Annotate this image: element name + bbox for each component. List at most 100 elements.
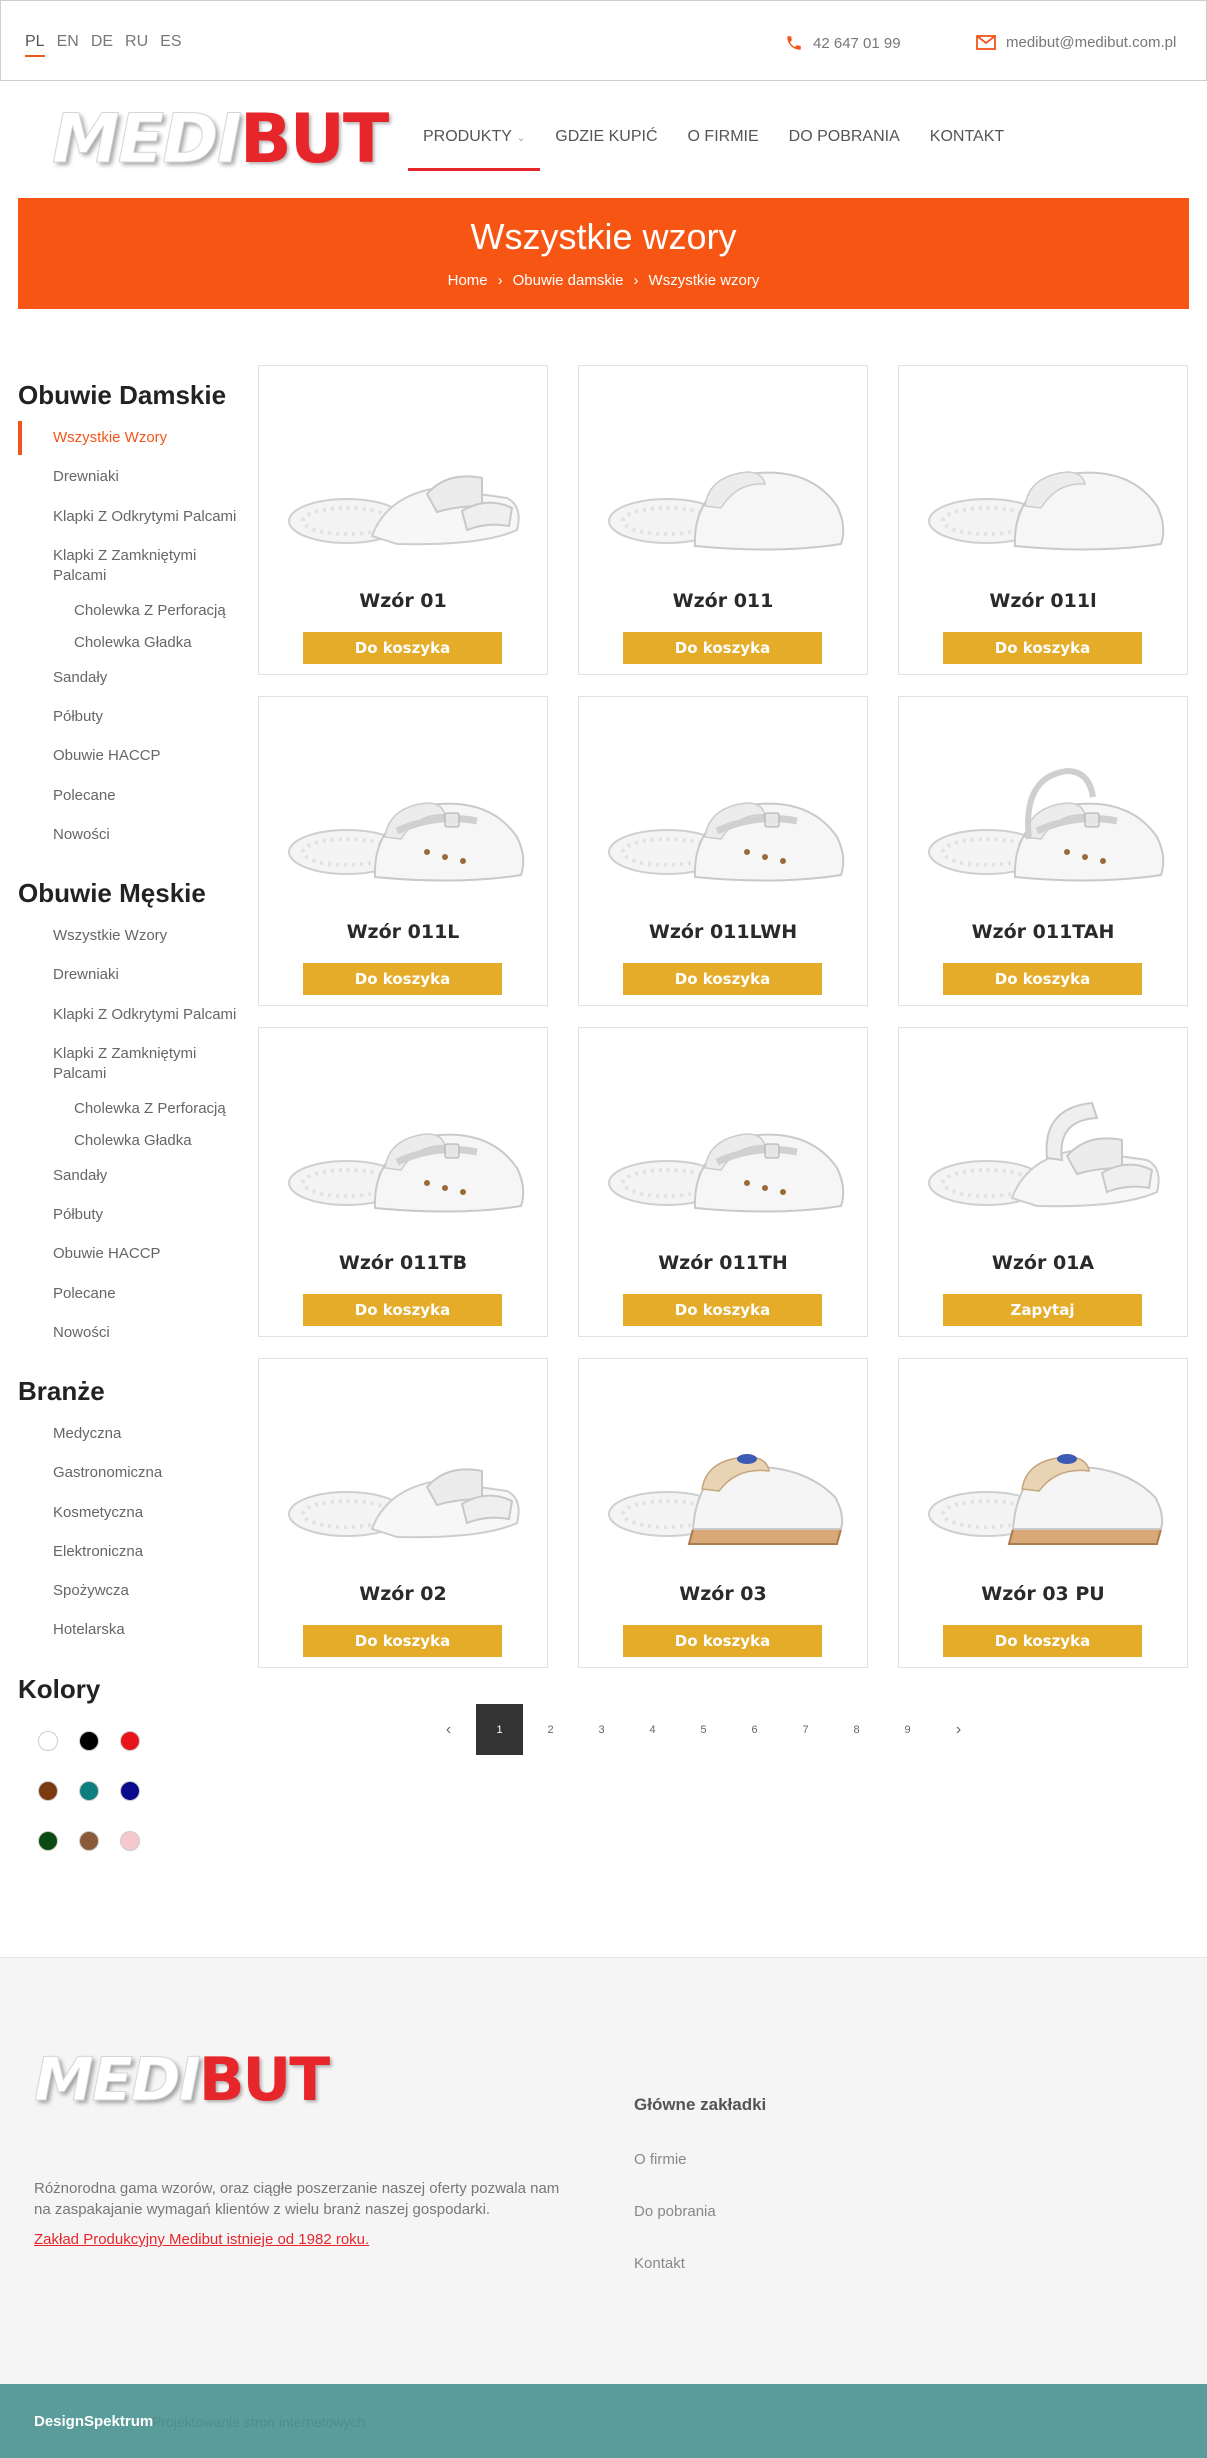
page-6[interactable]: 6 (729, 1704, 780, 1755)
product-card[interactable]: Wzór 01A Zapytaj (898, 1027, 1188, 1337)
sidebar-item-nowosci[interactable]: Nowości (18, 818, 238, 852)
sidebar-item-hotelarska[interactable]: Hotelarska (18, 1613, 238, 1647)
sidebar-item-spozywcza[interactable]: Spożywcza (18, 1574, 238, 1608)
sidebar-item-drewniaki[interactable]: Drewniaki (18, 460, 238, 494)
sidebar-item-wszystkie-wzory[interactable]: Wszystkie Wzory (18, 421, 238, 456)
lang-de[interactable]: DE (91, 33, 113, 57)
shoe-image[interactable] (597, 757, 851, 897)
nav-do-pobrania[interactable]: DO POBRANIA (774, 124, 915, 171)
page-8[interactable]: 8 (831, 1704, 882, 1755)
nav-produkty[interactable]: PRODUKTY ⌄ (408, 124, 541, 171)
sidebar-item-medyczna[interactable]: Medyczna (18, 1417, 238, 1451)
product-card[interactable]: Wzór 011TB Do koszyka (258, 1027, 548, 1337)
sidebar-item-sandaly[interactable]: Sandały (18, 1159, 238, 1193)
sidebar-item-wszystkie-wzory[interactable]: Wszystkie Wzory (18, 919, 238, 953)
phone-link[interactable]: 42 647 01 99 (785, 34, 901, 52)
color-swatch[interactable] (120, 1730, 140, 1751)
sidebar-subitem-gladka[interactable]: Cholewka Gładka (18, 1128, 238, 1154)
nav-gdzie-kupic[interactable]: GDZIE KUPIĆ (540, 124, 672, 171)
color-swatch[interactable] (38, 1780, 58, 1801)
email-link[interactable]: medibut@medibut.com.pl (976, 34, 1176, 51)
color-swatch[interactable] (79, 1830, 99, 1851)
designspektrum-link[interactable]: DesignSpektrum (34, 2413, 153, 2430)
sidebar-subitem-perforacja[interactable]: Cholewka Z Perforacją (18, 598, 238, 624)
sidebar-item-polbuty[interactable]: Półbuty (18, 1198, 238, 1232)
sidebar-item-sandaly[interactable]: Sandały (18, 661, 238, 695)
sidebar-item-klapki-odkryte[interactable]: Klapki Z Odkrytymi Palcami (18, 500, 238, 534)
page-5[interactable]: 5 (678, 1704, 729, 1755)
product-name[interactable]: Wzór 02 (259, 1583, 547, 1605)
breadcrumb-obuwie-damskie[interactable]: Obuwie damskie (513, 272, 624, 289)
product-name[interactable]: Wzór 011TB (259, 1252, 547, 1274)
color-swatch[interactable] (38, 1730, 58, 1751)
footer-history-link[interactable]: Zakład Produkcyjny Medibut istnieje od 1… (34, 2231, 369, 2248)
lang-es[interactable]: ES (160, 33, 181, 57)
add-to-cart-button[interactable]: Do koszyka (303, 1625, 502, 1657)
color-swatch[interactable] (120, 1780, 140, 1801)
page-3[interactable]: 3 (576, 1704, 627, 1755)
product-card[interactable]: Wzór 02 Do koszyka (258, 1358, 548, 1668)
footer-link-do-pobrania[interactable]: Do pobrania (634, 2203, 766, 2220)
product-card[interactable]: Wzór 011l Do koszyka (898, 365, 1188, 675)
page-7[interactable]: 7 (780, 1704, 831, 1755)
lang-en[interactable]: EN (57, 33, 79, 57)
color-swatch[interactable] (79, 1730, 99, 1751)
sidebar-item-polbuty[interactable]: Półbuty (18, 700, 238, 734)
shoe-image[interactable] (277, 757, 531, 897)
sidebar-subitem-perforacja[interactable]: Cholewka Z Perforacją (18, 1096, 238, 1122)
breadcrumb-home[interactable]: Home (448, 272, 488, 289)
product-name[interactable]: Wzór 01A (899, 1252, 1187, 1274)
shoe-image[interactable] (917, 426, 1171, 566)
sidebar-item-drewniaki[interactable]: Drewniaki (18, 958, 238, 992)
product-card[interactable]: Wzór 011L Do koszyka (258, 696, 548, 1006)
ask-button[interactable]: Zapytaj (943, 1294, 1142, 1326)
shoe-image[interactable] (597, 426, 851, 566)
add-to-cart-button[interactable]: Do koszyka (943, 632, 1142, 664)
shoe-image[interactable] (277, 426, 531, 566)
add-to-cart-button[interactable]: Do koszyka (303, 1294, 502, 1326)
add-to-cart-button[interactable]: Do koszyka (623, 1294, 822, 1326)
shoe-image[interactable] (597, 1419, 851, 1559)
product-name[interactable]: Wzór 011l (899, 590, 1187, 612)
sidebar-item-klapki-zamkniete[interactable]: Klapki Z Zamkniętymi Palcami (18, 539, 238, 594)
next-page-button[interactable]: › (933, 1704, 984, 1755)
prev-page-button[interactable]: ‹ (423, 1704, 474, 1755)
page-9[interactable]: 9 (882, 1704, 933, 1755)
product-card[interactable]: Wzór 011TAH Do koszyka (898, 696, 1188, 1006)
product-name[interactable]: Wzór 03 PU (899, 1583, 1187, 1605)
site-logo[interactable]: MEDI BUT (52, 105, 390, 174)
shoe-image[interactable] (917, 757, 1171, 897)
product-card[interactable]: Wzór 03 PU Do koszyka (898, 1358, 1188, 1668)
nav-o-firmie[interactable]: O FIRMIE (673, 124, 774, 171)
page-1[interactable]: 1 (476, 1704, 523, 1755)
product-name[interactable]: Wzór 011TAH (899, 921, 1187, 943)
product-card[interactable]: Wzór 03 Do koszyka (578, 1358, 868, 1668)
footer-link-o-firmie[interactable]: O firmie (634, 2151, 766, 2168)
footer-logo[interactable]: MEDI BUT (34, 2050, 331, 2111)
sidebar-item-elektroniczna[interactable]: Elektroniczna (18, 1535, 238, 1569)
product-name[interactable]: Wzór 03 (579, 1583, 867, 1605)
page-2[interactable]: 2 (525, 1704, 576, 1755)
shoe-image[interactable] (277, 1419, 531, 1559)
add-to-cart-button[interactable]: Do koszyka (303, 632, 502, 664)
product-card[interactable]: Wzór 01 Do koszyka (258, 365, 548, 675)
add-to-cart-button[interactable]: Do koszyka (943, 963, 1142, 995)
sidebar-item-haccp[interactable]: Obuwie HACCP (18, 1237, 238, 1271)
product-card[interactable]: Wzór 011TH Do koszyka (578, 1027, 868, 1337)
sidebar-item-polecane[interactable]: Polecane (18, 779, 238, 813)
lang-ru[interactable]: RU (125, 33, 148, 57)
shoe-image[interactable] (277, 1088, 531, 1228)
shoe-image[interactable] (917, 1088, 1171, 1228)
sidebar-item-gastronomiczna[interactable]: Gastronomiczna (18, 1456, 238, 1490)
product-name[interactable]: Wzór 011L (259, 921, 547, 943)
add-to-cart-button[interactable]: Do koszyka (303, 963, 502, 995)
product-card[interactable]: Wzór 011LWH Do koszyka (578, 696, 868, 1006)
sidebar-item-polecane[interactable]: Polecane (18, 1277, 238, 1311)
add-to-cart-button[interactable]: Do koszyka (943, 1625, 1142, 1657)
sidebar-item-klapki-zamkniete[interactable]: Klapki Z Zamkniętymi Palcami (18, 1037, 238, 1092)
product-name[interactable]: Wzór 011 (579, 590, 867, 612)
add-to-cart-button[interactable]: Do koszyka (623, 632, 822, 664)
footer-link-kontakt[interactable]: Kontakt (634, 2255, 766, 2272)
sidebar-item-klapki-odkryte[interactable]: Klapki Z Odkrytymi Palcami (18, 998, 238, 1032)
product-name[interactable]: Wzór 01 (259, 590, 547, 612)
